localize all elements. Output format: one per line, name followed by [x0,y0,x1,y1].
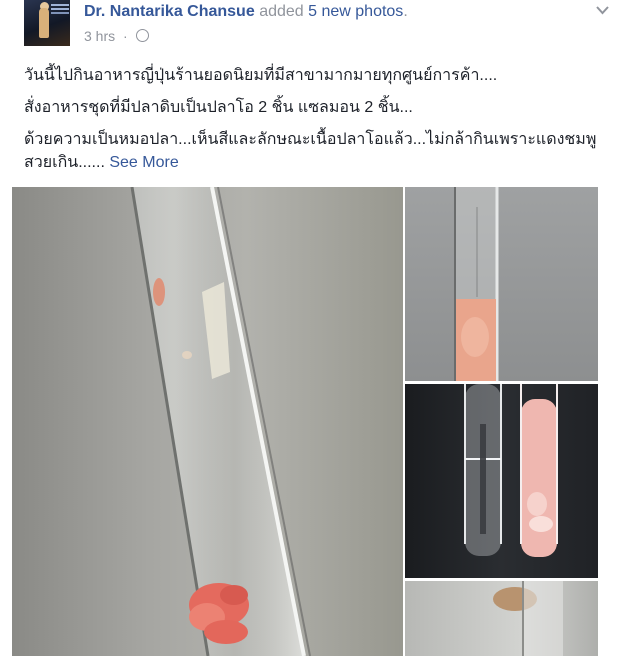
see-more-link[interactable]: See More [109,154,178,171]
post-line-2: สั่งอาหารชุดที่มีปลาดิบเป็นปลาโอ 2 ชิ้น … [24,99,413,116]
photo-test-tube-large[interactable] [12,187,403,656]
post-line-3: ด้วยความเป็นหมอปลา...เห็นสีและลักษณะเนื้… [24,128,614,174]
post-meta: 3 hrs · [84,27,149,45]
photo-test-tube-sediment[interactable] [405,187,598,381]
photo-two-tubes[interactable] [405,384,598,578]
post-header: Dr. Nantarika Chansue added 5 new photos… [84,2,408,22]
timestamp-link[interactable]: 3 hrs [84,28,115,44]
action-text: added [259,3,309,20]
chevron-down-icon[interactable] [596,2,609,18]
profile-avatar[interactable] [24,0,70,46]
action-suffix: . [403,3,408,20]
globe-icon[interactable] [135,29,149,42]
meta-separator: · [123,28,128,44]
author-name-link[interactable]: Dr. Nantarika Chansue [84,3,255,20]
post-body: วันนี้ไปกินอาหารญี่ปุ่นร้านยอดนิยมที่มีส… [24,64,614,183]
photos-link[interactable]: 5 new photos [308,3,403,20]
post-line-1: วันนี้ไปกินอาหารญี่ปุ่นร้านยอดนิยมที่มีส… [24,67,498,84]
photo-hand-tube[interactable] [405,581,598,656]
